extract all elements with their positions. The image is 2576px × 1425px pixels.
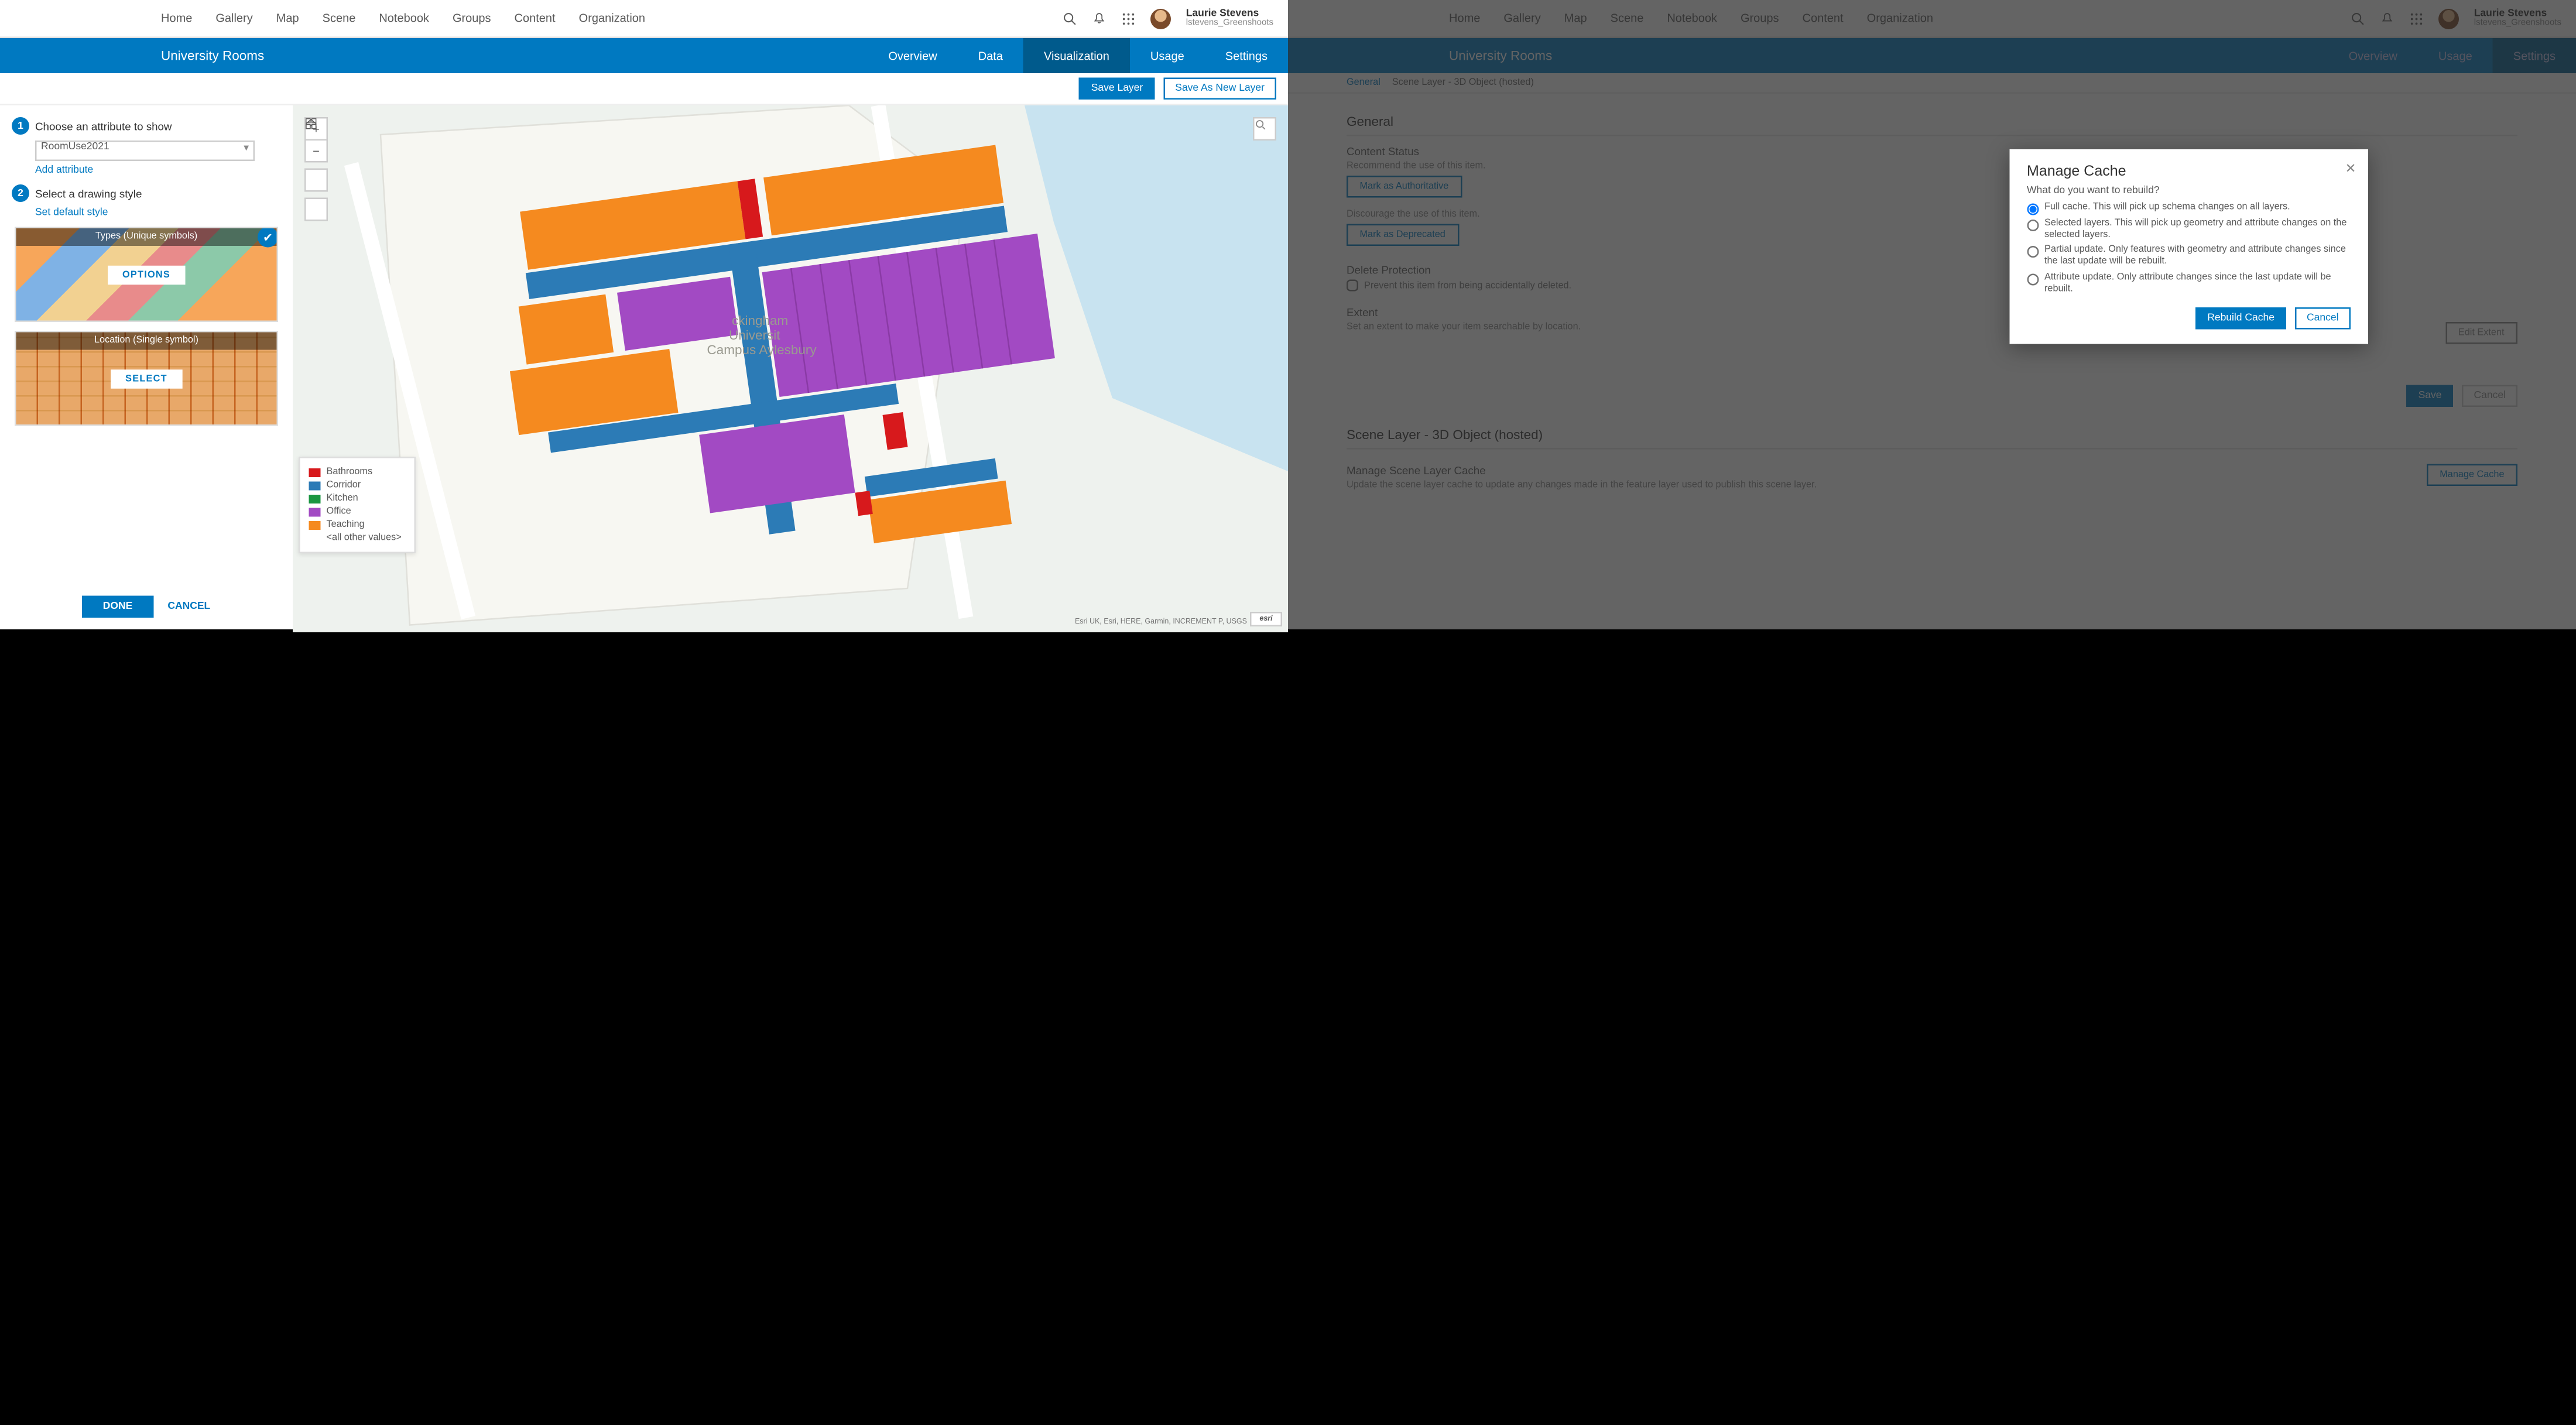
nav-org[interactable]: Organization <box>579 12 645 25</box>
svg-text:Universit: Universit <box>729 328 780 342</box>
home-button[interactable] <box>304 169 328 192</box>
nav-items: Home Gallery Map Scene Notebook Groups C… <box>161 12 645 25</box>
apps-icon[interactable] <box>1122 11 1136 26</box>
manage-cache-modal: ✕ Manage Cache What do you want to rebui… <box>2009 149 2368 344</box>
legend-label: Kitchen <box>327 494 358 504</box>
legend-swatch-teaching <box>309 520 321 529</box>
floorplan-svg: ckingham Universit Campus Aylesbury <box>293 105 1288 632</box>
nav-content[interactable]: Content <box>515 12 556 25</box>
nav-gallery[interactable]: Gallery <box>215 12 252 25</box>
page-title: University Rooms <box>161 49 264 63</box>
legend-label: Bathrooms <box>327 467 373 478</box>
esri-logo: esri <box>1250 612 1282 626</box>
opt-selected-layers[interactable]: Selected layers. This will pick up geome… <box>2027 218 2351 242</box>
zoom-out-button[interactable]: − <box>304 139 328 163</box>
opt-attribute-update[interactable]: Attribute update. Only attribute changes… <box>2027 272 2351 296</box>
item-header: University Rooms Overview Data Visualiza… <box>0 38 1288 73</box>
style-card-types-title: Types (Unique symbols) <box>16 228 277 246</box>
svg-text:Campus Aylesbury: Campus Aylesbury <box>707 342 817 357</box>
attribute-select[interactable]: RoomUse2021 <box>35 141 255 161</box>
add-attribute-link[interactable]: Add attribute <box>35 166 281 176</box>
modal-title: Manage Cache <box>2027 164 2351 180</box>
style-card-location[interactable]: Location (Single symbol) SELECT <box>15 331 278 426</box>
user-block[interactable]: Laurie Stevens lstevens_Greenshoots <box>1186 9 1273 28</box>
opt-selected-layers-label: Selected layers. This will pick up geome… <box>2044 218 2351 242</box>
opt-partial-update-label: Partial update. Only features with geome… <box>2044 245 2351 269</box>
search-icon[interactable] <box>1063 11 1078 26</box>
tab-overview[interactable]: Overview <box>868 38 957 73</box>
opt-partial-update[interactable]: Partial update. Only features with geome… <box>2027 245 2351 269</box>
step-1-badge: 1 <box>12 117 29 135</box>
legend-swatch-office <box>309 507 321 516</box>
done-button[interactable]: DONE <box>83 596 153 618</box>
rebuild-cache-button[interactable]: Rebuild Cache <box>2195 307 2286 329</box>
map-label: ckingham <box>732 313 788 328</box>
nav-home[interactable]: Home <box>161 12 192 25</box>
set-default-style-link[interactable]: Set default style <box>35 208 281 218</box>
save-layer-button[interactable]: Save Layer <box>1080 78 1155 100</box>
select-button[interactable]: SELECT <box>111 369 182 388</box>
radio-partial-update[interactable] <box>2027 246 2039 258</box>
map-search-button[interactable] <box>1253 117 1276 141</box>
map-view[interactable]: ckingham Universit Campus Aylesbury + − … <box>293 105 1288 629</box>
nav-map[interactable]: Map <box>276 12 299 25</box>
radio-full-cache[interactable] <box>2027 204 2039 215</box>
opt-full-cache[interactable]: Full cache. This will pick up schema cha… <box>2027 202 2351 215</box>
map-attribution: Esri UK, Esri, HERE, Garmin, INCREMENT P… <box>1075 618 1247 626</box>
style-panel: 1 Choose an attribute to show RoomUse2021… <box>0 105 293 629</box>
viz-toolbar: Save Layer Save As New Layer <box>0 73 1288 105</box>
legend-swatch-bathrooms <box>309 468 321 477</box>
nav-scene[interactable]: Scene <box>323 12 356 25</box>
radio-selected-layers[interactable] <box>2027 220 2039 231</box>
tab-visualization[interactable]: Visualization <box>1023 38 1130 73</box>
attribute-select-value: RoomUse2021 <box>41 142 109 153</box>
legend-other: <all other values> <box>327 533 402 543</box>
radio-attribute-update[interactable] <box>2027 273 2039 285</box>
basemap-button[interactable] <box>304 198 328 221</box>
opt-attribute-update-label: Attribute update. Only attribute changes… <box>2044 272 2351 296</box>
bell-icon[interactable] <box>1092 11 1107 26</box>
save-as-new-button[interactable]: Save As New Layer <box>1163 78 1276 100</box>
map-controls: + − <box>304 117 328 221</box>
tab-data[interactable]: Data <box>958 38 1023 73</box>
legend: Bathrooms Corridor Kitchen Office Teachi… <box>299 457 416 553</box>
nav-groups[interactable]: Groups <box>453 12 491 25</box>
legend-swatch-kitchen <box>309 494 321 503</box>
cancel-button[interactable]: CANCEL <box>167 596 210 618</box>
legend-label: Teaching <box>327 520 365 530</box>
modal-cancel-button[interactable]: Cancel <box>2295 307 2350 329</box>
tab-settings[interactable]: Settings <box>1205 38 1288 73</box>
style-card-types[interactable]: Types (Unique symbols) ✔ OPTIONS <box>15 227 278 323</box>
nav-notebook[interactable]: Notebook <box>379 12 429 25</box>
avatar[interactable] <box>1151 8 1171 29</box>
options-button[interactable]: OPTIONS <box>108 265 185 285</box>
user-name: Laurie Stevens <box>1186 9 1273 19</box>
modal-backdrop[interactable] <box>1288 0 2576 629</box>
check-icon: ✔ <box>258 227 278 248</box>
tab-usage[interactable]: Usage <box>1130 38 1205 73</box>
modal-question: What do you want to rebuild? <box>2027 186 2351 197</box>
style-card-location-title: Location (Single symbol) <box>16 333 277 350</box>
legend-swatch-corridor <box>309 481 321 489</box>
step-2-badge: 2 <box>12 184 29 202</box>
top-nav: Home Gallery Map Scene Notebook Groups C… <box>0 0 1288 38</box>
opt-full-cache-label: Full cache. This will pick up schema cha… <box>2044 202 2290 214</box>
step-2-label: Select a drawing style <box>35 187 142 200</box>
user-org: lstevens_Greenshoots <box>1186 19 1273 28</box>
close-icon[interactable]: ✕ <box>2345 161 2356 177</box>
legend-label: Office <box>327 506 351 517</box>
step-1-label: Choose an attribute to show <box>35 119 172 133</box>
legend-label: Corridor <box>327 480 361 491</box>
